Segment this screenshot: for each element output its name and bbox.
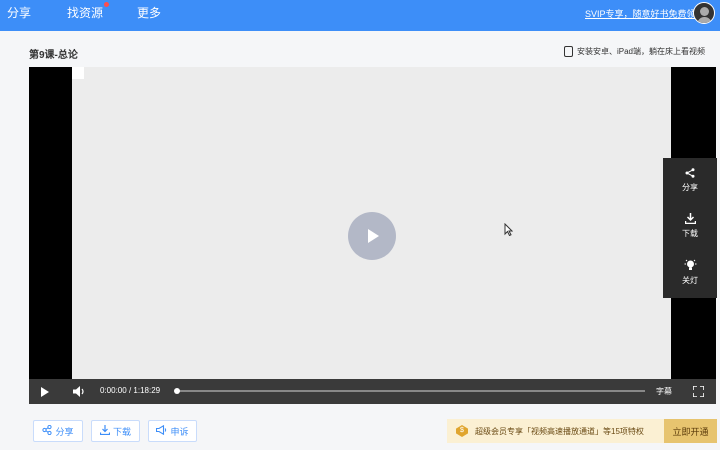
time-display: 0:00:00 / 1:18:29 [100, 386, 160, 395]
report-button-label: 申诉 [170, 426, 189, 437]
promo-text: 超级会员专享「视频高速播放通道」等15项特权 [475, 426, 644, 436]
video-thumbnail-corner [72, 67, 84, 79]
subtitle-button[interactable]: 字幕 [656, 379, 672, 404]
share-button-label: 分享 [55, 426, 74, 437]
duration: 1:18:29 [133, 386, 161, 395]
player-side-panel: 分享 下载 关灯 [663, 158, 717, 298]
progress-knob[interactable] [174, 388, 180, 394]
big-play-button[interactable] [348, 212, 396, 260]
player-control-bar: 0:00:00 / 1:18:29 字幕 [29, 379, 716, 404]
download-button[interactable]: 下载 [91, 420, 140, 442]
play-button[interactable] [41, 379, 49, 404]
open-membership-button[interactable]: 立即开通 [664, 419, 717, 443]
side-share-label: 分享 [682, 183, 698, 192]
svip-badge-icon: $ [456, 425, 468, 437]
side-download-button[interactable]: 下载 [663, 213, 717, 239]
lightbulb-icon [684, 259, 697, 275]
nav-find-resource[interactable]: 找资源 [67, 2, 110, 21]
report-button[interactable]: 申诉 [148, 420, 197, 442]
page-title: 第9课-总论 [29, 50, 78, 61]
side-share-button[interactable]: 分享 [663, 168, 717, 193]
download-button-label: 下载 [112, 426, 131, 437]
download-icon [99, 425, 111, 437]
download-icon [684, 213, 696, 228]
svip-promo-link[interactable]: SVIP专享，随意好书免费领 [585, 7, 696, 20]
new-badge-dot [104, 2, 110, 7]
progress-bar[interactable] [174, 388, 645, 394]
share-icon [42, 424, 53, 437]
mouse-cursor-icon [504, 222, 514, 238]
ipad-app-hint[interactable]: 安装安卓、iPad端，躺在床上看视频 [564, 46, 705, 57]
tablet-icon [564, 46, 573, 57]
avatar[interactable] [693, 2, 715, 24]
nav-share[interactable]: 分享 [7, 4, 31, 21]
svip-promo-banner: $ 超级会员专享「视频高速播放通道」等15项特权 立即开通 [447, 419, 717, 443]
megaphone-icon [156, 424, 167, 437]
share-icon [685, 168, 695, 182]
nav-more[interactable]: 更多 [137, 4, 161, 21]
side-light-off-button[interactable]: 关灯 [663, 259, 717, 286]
volume-icon[interactable] [73, 379, 86, 404]
side-light-off-label: 关灯 [682, 276, 698, 285]
top-nav-bar: 分享 找资源 更多 SVIP专享，随意好书免费领 [0, 0, 720, 31]
current-time: 0:00:00 [100, 386, 127, 395]
video-player[interactable]: 0:00:00 / 1:18:29 字幕 [29, 67, 716, 404]
share-button[interactable]: 分享 [33, 420, 83, 442]
ipad-hint-text: 安装安卓、iPad端，躺在床上看视频 [577, 47, 706, 56]
fullscreen-icon[interactable] [693, 379, 704, 404]
nav-find-resource-label: 找资源 [67, 6, 104, 20]
side-download-label: 下载 [682, 229, 698, 238]
time-separator: / [128, 386, 132, 395]
